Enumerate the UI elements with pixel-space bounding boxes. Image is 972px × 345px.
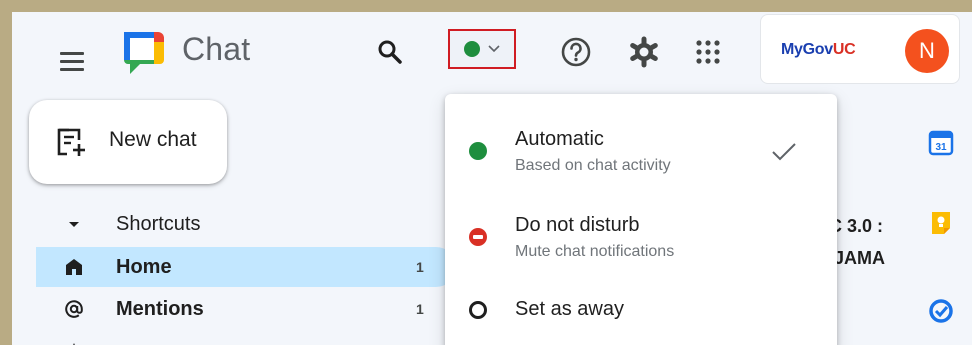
- status-dot-icon: [464, 41, 480, 57]
- status-selector-button[interactable]: [448, 29, 516, 69]
- status-option-automatic[interactable]: Automatic Based on chat activity: [445, 94, 837, 180]
- help-button[interactable]: [556, 32, 596, 72]
- unread-count: 1: [416, 301, 424, 317]
- sidebar-item-label: Mentions: [116, 298, 204, 320]
- caret-down-icon: [69, 222, 79, 227]
- check-icon: [772, 143, 796, 161]
- org-logo: MyGovUC: [781, 41, 856, 58]
- apps-grid-icon: [696, 40, 720, 64]
- home-icon: [66, 259, 82, 275]
- new-chat-label: New chat: [109, 128, 197, 151]
- status-option-do-not-disturb[interactable]: Do not disturb Mute chat notifications: [445, 180, 837, 266]
- settings-button[interactable]: [624, 32, 664, 72]
- sidebar-item-starred[interactable]: [36, 332, 456, 345]
- unread-count: 1: [416, 259, 424, 275]
- main-menu-icon[interactable]: [56, 45, 88, 77]
- new-chat-button[interactable]: New chat: [29, 100, 227, 184]
- new-chat-icon: [57, 128, 85, 156]
- away-status-icon: [469, 301, 487, 319]
- status-dropdown-menu: Automatic Based on chat activity Do not …: [445, 94, 837, 345]
- apps-button[interactable]: [688, 32, 728, 72]
- sidebar-item-home[interactable]: Home 1: [36, 247, 456, 287]
- status-available-icon: [469, 142, 487, 160]
- sidebar-item-shortcuts[interactable]: Shortcuts: [36, 204, 456, 244]
- sidebar-item-mentions[interactable]: Mentions 1: [36, 289, 456, 329]
- chevron-down-icon: [488, 45, 500, 53]
- search-button[interactable]: [370, 32, 410, 72]
- option-subtitle: Based on chat activity: [515, 157, 671, 174]
- option-title: Set as away: [515, 298, 624, 320]
- status-option-away[interactable]: Set as away: [445, 266, 837, 345]
- tasks-icon[interactable]: [928, 298, 954, 324]
- sidebar-item-label: Shortcuts: [116, 213, 201, 235]
- sidebar-item-label: Home: [116, 256, 172, 278]
- at-sign-icon: [65, 300, 83, 318]
- gear-icon: [630, 36, 658, 68]
- keep-icon[interactable]: [928, 210, 954, 236]
- calendar-icon[interactable]: 31: [928, 130, 954, 156]
- account-area[interactable]: MyGovUC N: [760, 14, 960, 84]
- svg-text:31: 31: [935, 142, 947, 153]
- option-title: Automatic: [515, 128, 604, 150]
- chat-logo-icon: [124, 32, 164, 74]
- option-subtitle: Mute chat notifications: [515, 243, 675, 260]
- option-title: Do not disturb: [515, 214, 640, 236]
- chat-app-window: Chat MyGovUC N New chat Shortcuts Home 1…: [12, 12, 972, 345]
- search-icon: [378, 40, 402, 64]
- avatar[interactable]: N: [905, 29, 949, 73]
- do-not-disturb-icon: [469, 228, 487, 246]
- help-icon: [561, 37, 591, 67]
- app-title: Chat: [182, 31, 251, 67]
